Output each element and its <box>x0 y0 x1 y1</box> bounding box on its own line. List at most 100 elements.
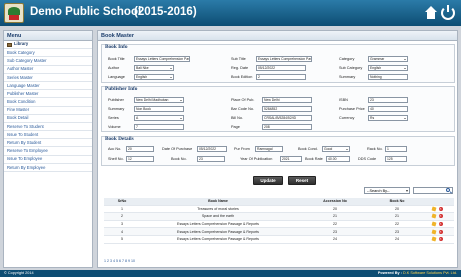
cell: Essays Letters Comprehension Passage & R… <box>177 222 259 227</box>
sidebar-item-series[interactable]: Series Master <box>4 74 92 82</box>
reset-button[interactable]: Reset <box>288 176 316 185</box>
field-label: Bar Code No. <box>231 107 255 111</box>
edit-icon[interactable] <box>431 206 436 212</box>
page-title: Book Master <box>98 31 457 41</box>
field-label: Volume <box>108 125 121 129</box>
edit-icon[interactable] <box>431 214 436 219</box>
cell: 23 <box>395 229 399 234</box>
cell: 3 <box>121 222 123 227</box>
isbn-input[interactable]: 23 <box>368 97 408 103</box>
table-row[interactable]: 2 Space and the earth 21 21 <box>104 213 454 221</box>
col-header: Book No <box>389 199 405 204</box>
update-button[interactable]: Update <box>253 176 283 185</box>
cell: 21 <box>333 214 337 219</box>
field-label: Publisher <box>108 98 124 102</box>
sidebar-item-fine[interactable]: Fine Master <box>4 107 92 115</box>
sub-category-select[interactable]: English <box>368 65 408 71</box>
powered-by-link[interactable]: D.K Software Solutions Pvt. Ltd. <box>403 271 457 275</box>
shelf-no-input[interactable]: 12 <box>126 156 154 162</box>
pur-from-input[interactable]: Ramnagal <box>255 146 283 152</box>
table-header-row: SrNo Book Name Accession No Book No <box>104 198 454 206</box>
powered-by: Powered By : D.K Software Solutions Pvt.… <box>378 271 457 275</box>
sidebar-item-issue-employee[interactable]: Issue To Employee <box>4 156 92 164</box>
place-of-pub-input[interactable]: New Delhi <box>262 97 312 103</box>
series-select[interactable]: A <box>134 115 184 121</box>
sidebar-item-sub-category[interactable]: Sub Category Master <box>4 57 92 66</box>
delete-icon[interactable] <box>438 229 443 234</box>
cell: 20 <box>395 206 399 211</box>
field-label: Summary <box>108 107 125 111</box>
sidebar-item-reserve-employee[interactable]: Reserve To Employee <box>4 147 92 156</box>
sidebar-item-reserve-student[interactable]: Reserve To Student <box>4 123 92 132</box>
cell: 2 <box>121 214 123 219</box>
powered-by-prefix: Powered By : <box>377 271 402 276</box>
col-header: SrNo <box>117 199 127 204</box>
field-label: Sub Category <box>339 66 363 70</box>
sidebar-item-book-detail[interactable]: Book Detail <box>4 115 92 123</box>
purchase-price-input[interactable]: 40 <box>368 106 408 112</box>
sidebar-item-author[interactable]: Author Master <box>4 66 92 74</box>
edit-icon[interactable] <box>431 236 436 242</box>
delete-icon[interactable] <box>438 206 443 211</box>
sidebar-item-library[interactable]: Library <box>4 41 92 50</box>
currency-select[interactable]: Rs <box>368 115 408 121</box>
col-header: Accession No <box>323 199 347 204</box>
category-select[interactable]: Grammar <box>368 56 408 62</box>
volume-input[interactable]: 7 <box>134 124 184 130</box>
reg-date-input[interactable]: 05/12/2022 <box>256 65 306 71</box>
rack-no-input[interactable]: 1 <box>385 146 407 152</box>
table-row[interactable]: 1 Treasures of moral stories 20 20 <box>104 206 454 214</box>
sidebar-item-publisher[interactable]: Publisher Master <box>4 90 92 99</box>
logout-power-icon[interactable] <box>441 5 455 20</box>
field-label: Summary <box>339 75 356 79</box>
search-by-select[interactable]: --Search By-- <box>364 187 410 194</box>
book-master-panel: Book Master Book Info Book Title Essays … <box>97 30 458 268</box>
publisher-summary-input[interactable]: Non Book <box>134 106 184 112</box>
field-label: Book Edition <box>231 75 253 79</box>
field-label: Book No. <box>171 157 187 161</box>
table-row[interactable]: 4 Essays Letters Comprehension Passage &… <box>104 228 454 236</box>
sidebar-item-issue-student[interactable]: Issue To Student <box>4 131 92 140</box>
sidebar-item-book-condition[interactable]: Book Condition <box>4 98 92 107</box>
publisher-select[interactable]: New Delhi Madhuban <box>134 97 184 103</box>
table-row[interactable]: 5 Essays Letters Comprehension Passage &… <box>104 236 454 244</box>
sidebar-title: Menu <box>4 31 92 41</box>
book-no-input[interactable]: 23 <box>197 156 225 162</box>
sidebar-item-return-employee[interactable]: Return By Employee <box>4 164 92 172</box>
field-label: Book Rate <box>305 157 323 161</box>
year-of-pub-input[interactable]: 2021 <box>280 156 302 162</box>
book-title-input[interactable]: Essays Letters Comprehension Passage & S <box>134 56 190 62</box>
field-label: Language <box>108 75 125 79</box>
book-cond-select[interactable]: Good <box>322 146 350 152</box>
bar-code-input[interactable]: 5284852 <box>262 106 312 112</box>
language-select[interactable]: English <box>134 74 174 80</box>
cell: 22 <box>395 222 399 227</box>
book-edition-input[interactable]: 2 <box>256 74 306 80</box>
dds-code-input[interactable]: 125 <box>385 156 407 162</box>
delete-icon[interactable] <box>438 236 443 242</box>
acc-no-input[interactable]: 20 <box>126 146 154 152</box>
pagination[interactable]: 1 2 3 4 5 6 7 8 9 10 <box>104 259 135 263</box>
delete-icon[interactable] <box>438 221 443 227</box>
cell: 21 <box>395 214 399 219</box>
row-actions <box>420 229 454 235</box>
date-of-purchase-input[interactable]: 05/12/2022 <box>197 146 227 152</box>
field-label: Series <box>108 116 119 120</box>
search-icon[interactable] <box>446 188 450 192</box>
book-summary-input[interactable]: Nothing <box>368 74 408 80</box>
edit-icon[interactable] <box>431 221 436 227</box>
sidebar-item-language[interactable]: Language Master <box>4 82 92 91</box>
edit-icon[interactable] <box>431 229 436 235</box>
sidebar-item-return-student[interactable]: Return By Student <box>4 139 92 148</box>
table-row[interactable]: 3 Essays Letters Comprehension Passage &… <box>104 221 454 229</box>
delete-icon[interactable] <box>438 213 443 219</box>
row-actions <box>420 213 454 219</box>
bill-no-input[interactable]: CRSAL/B/5284/52/ID <box>262 115 312 121</box>
sidebar-item-book-category[interactable]: Book Category <box>4 49 92 58</box>
page-input[interactable]: 208 <box>262 124 312 130</box>
book-rate-input[interactable]: 40.00 <box>326 156 350 162</box>
field-label: Author <box>108 66 120 70</box>
home-icon[interactable] <box>424 6 438 20</box>
sub-title-input[interactable]: Essays Letters Comprehension Passage & S <box>256 56 312 62</box>
author-select[interactable]: Bali Nke <box>134 65 174 71</box>
